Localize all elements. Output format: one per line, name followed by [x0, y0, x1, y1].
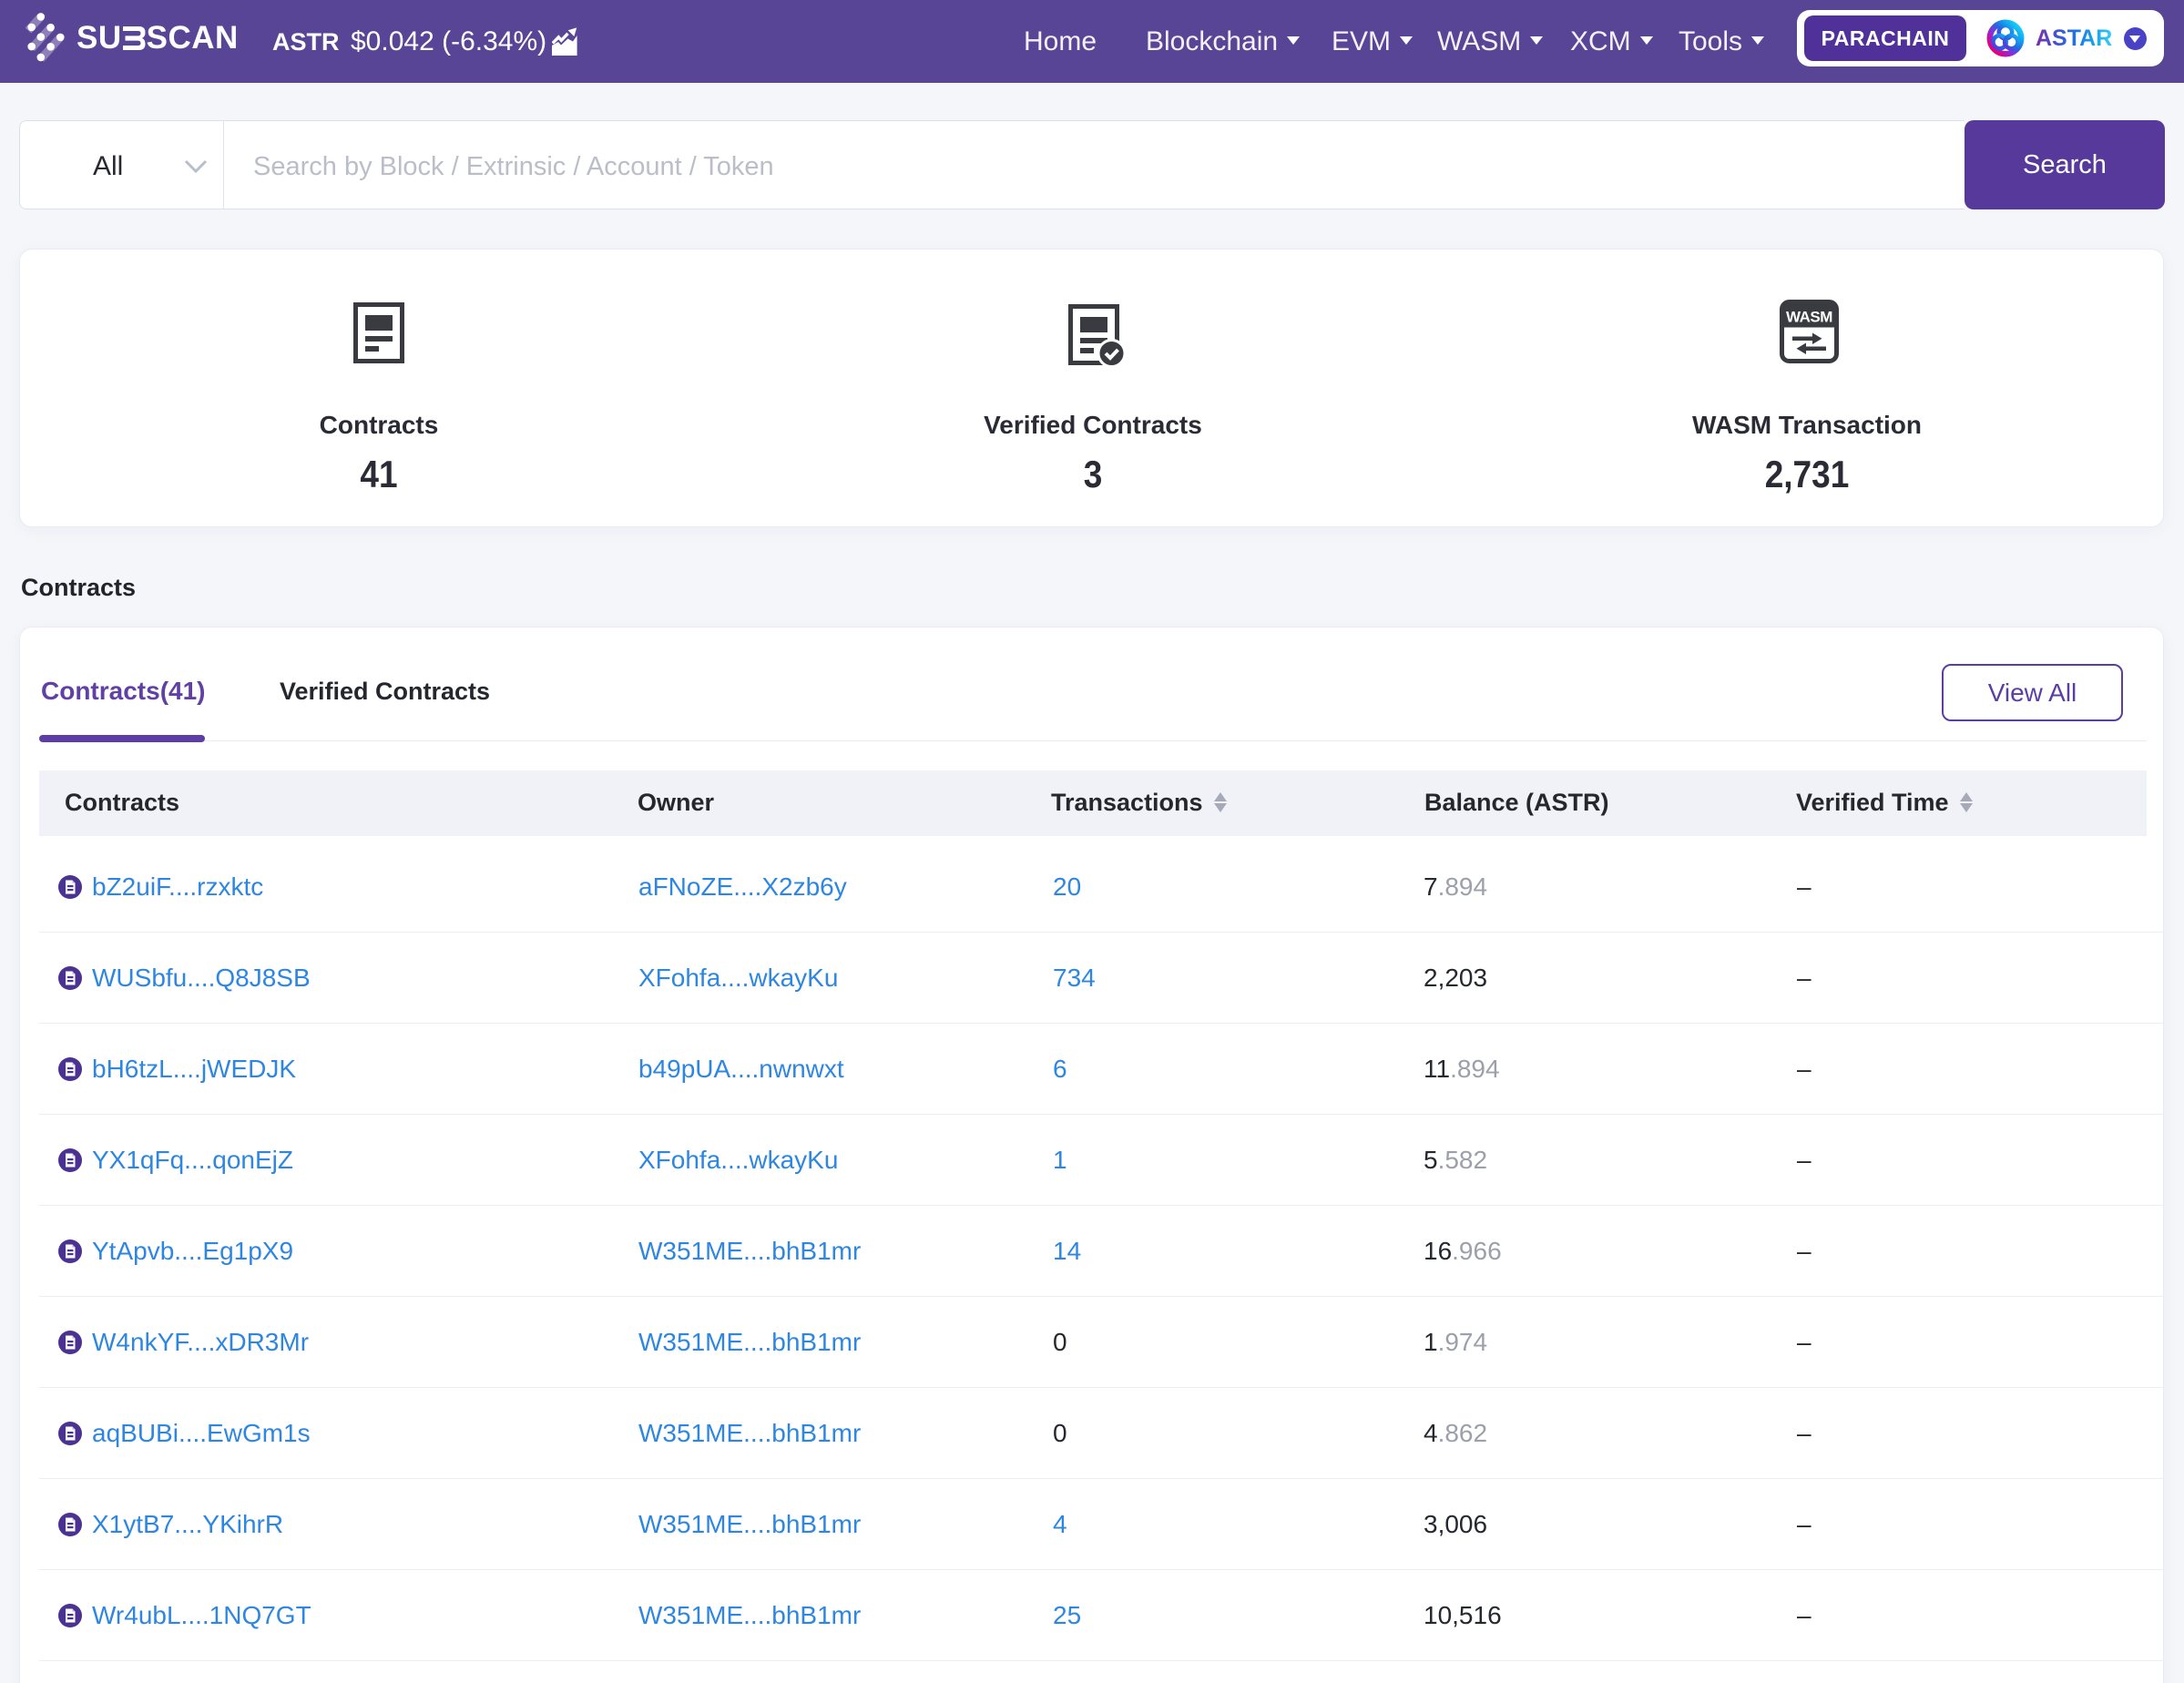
- svg-text:WASM: WASM: [1786, 309, 1832, 326]
